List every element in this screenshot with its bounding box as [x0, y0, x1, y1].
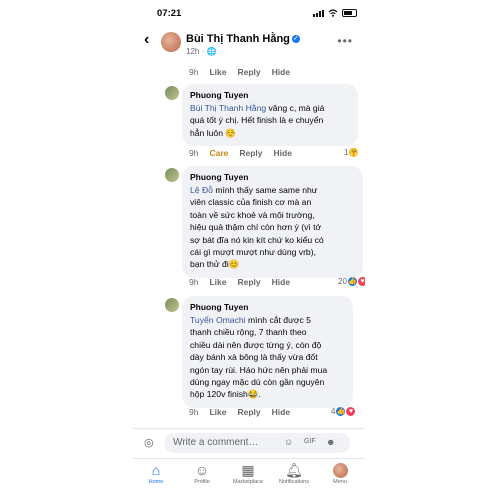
like-button[interactable]: Like	[209, 277, 226, 287]
commenter-name[interactable]: Phuong Tuyen	[190, 172, 355, 182]
comment-composer: ◎ Write a comment… ☺ GIF ☻	[133, 428, 365, 459]
hide-button[interactable]: Hide	[272, 407, 290, 417]
commenter-avatar[interactable]	[165, 168, 179, 182]
comment-actions: 9h Like Reply Hide	[189, 407, 290, 417]
camera-icon[interactable]: ◎	[144, 436, 154, 449]
marketplace-icon: ▦	[241, 462, 255, 478]
like-reaction-icon: 👍	[347, 277, 357, 286]
commenter-avatar[interactable]	[165, 86, 179, 100]
comment-text: Bùi Thị Thanh Hằng vâng c, mà giá quá tốt…	[190, 103, 325, 138]
comment-actions: 9h Like Reply Hide	[189, 67, 290, 77]
like-button[interactable]: Like	[209, 407, 226, 417]
tab-label: Home	[148, 479, 164, 485]
comment-bubble: Phuong Tuyen Tuyển Omachi mình cắt được …	[182, 296, 353, 408]
commenter-name[interactable]: Phuong Tuyen	[190, 302, 345, 312]
reaction-count[interactable]: 1 🤗	[344, 148, 359, 157]
comment-time: 9h	[189, 277, 199, 287]
status-bar: 07:21	[133, 0, 365, 26]
status-icons	[313, 9, 357, 17]
tab-label: Marketplace	[233, 479, 263, 485]
commenter-name[interactable]: Phuong Tuyen	[190, 90, 350, 100]
love-reaction-icon: ♥	[357, 277, 365, 286]
tab-label: Profile	[194, 479, 210, 485]
profile-icon: ☺	[194, 462, 210, 478]
tab-notifications[interactable]: 🔔︎ Notifications	[271, 461, 317, 485]
comment-bubble: Phuong Tuyen Bùi Thị Thanh Hằng vâng c, …	[182, 84, 358, 147]
hide-button[interactable]: Hide	[274, 148, 292, 158]
mention-link[interactable]: Lệ Đỗ	[190, 185, 213, 195]
love-reaction-icon: ♥	[346, 407, 356, 416]
status-time: 07:21	[157, 8, 182, 19]
mention-link[interactable]: Tuyển Omachi	[190, 315, 246, 325]
gif-icon[interactable]: GIF	[304, 438, 316, 445]
tab-menu[interactable]: Menu	[317, 461, 363, 485]
home-icon: ⌂	[151, 462, 161, 478]
avatar	[332, 463, 348, 478]
reply-button[interactable]: Reply	[239, 148, 262, 158]
post-header: ‹ Bùi Thị Thanh Hằng ✓ 12h · 🌐 •••	[133, 26, 365, 60]
comment-time: 9h	[189, 407, 199, 417]
avatar[interactable]	[161, 32, 181, 52]
wifi-icon	[328, 9, 338, 17]
more-icon[interactable]: •••	[337, 34, 353, 48]
tab-label: Menu	[333, 479, 347, 485]
tab-marketplace[interactable]: ▦ Marketplace	[225, 461, 271, 485]
comment-text: Tuyển Omachi mình cắt được 5 thanh chiều …	[190, 315, 328, 400]
tab-home[interactable]: ⌂ Home	[133, 461, 179, 485]
care-reaction-icon: 🤗	[349, 148, 359, 157]
reaction-count[interactable]: 4 👍 ♥	[331, 407, 356, 416]
commenter-avatar[interactable]	[165, 298, 179, 312]
bottom-tab-bar: ⌂ Home ☺ Profile ▦ Marketplace 🔔︎ Notifi…	[133, 458, 365, 498]
comment-input[interactable]: Write a comment… ☺ GIF ☻	[164, 433, 350, 453]
mention-link[interactable]: Bùi Thị Thanh Hằng	[190, 103, 266, 113]
hide-button[interactable]: Hide	[272, 277, 290, 287]
comment-actions: 9h Like Reply Hide	[189, 277, 290, 287]
emoji-icon[interactable]: ☺	[284, 437, 293, 447]
sticker-icon[interactable]: ☻	[326, 437, 335, 447]
bell-icon: 🔔︎	[285, 462, 303, 478]
comment-time: 9h	[189, 67, 199, 77]
author-name[interactable]: Bùi Thị Thanh Hằng ✓	[186, 33, 300, 45]
reply-button[interactable]: Reply	[237, 277, 260, 287]
battery-icon	[342, 9, 357, 17]
care-button[interactable]: Care	[209, 148, 228, 158]
signal-icon	[313, 9, 324, 17]
reply-button[interactable]: Reply	[237, 407, 260, 417]
post-time: 12h	[186, 47, 200, 56]
reply-button[interactable]: Reply	[237, 67, 260, 77]
globe-icon: 🌐	[206, 47, 217, 56]
comment-actions: 9h Care Reply Hide	[189, 148, 292, 158]
back-icon[interactable]: ‹	[144, 31, 149, 49]
comment-time: 9h	[189, 148, 199, 158]
reaction-count[interactable]: 20 👍 ♥	[338, 277, 365, 286]
phone-screen: 07:21 ‹ Bùi Thị Thanh Hằng ✓ 12h · 🌐 ••• …	[133, 0, 365, 498]
like-button[interactable]: Like	[209, 67, 226, 77]
author-name-text: Bùi Thị Thanh Hằng	[186, 33, 290, 45]
like-reaction-icon: 👍	[336, 407, 346, 416]
verified-icon: ✓	[291, 35, 300, 44]
hide-button[interactable]: Hide	[272, 67, 290, 77]
comment-bubble: Phuong Tuyen Lệ Đỗ mình thấy same same n…	[182, 166, 363, 278]
tab-profile[interactable]: ☺ Profile	[179, 461, 225, 485]
tab-label: Notifications	[279, 479, 309, 485]
comment-text: Lệ Đỗ mình thấy same same như viên classi…	[190, 185, 324, 270]
comment-placeholder: Write a comment…	[173, 437, 259, 448]
post-meta: 12h · 🌐	[186, 47, 217, 56]
